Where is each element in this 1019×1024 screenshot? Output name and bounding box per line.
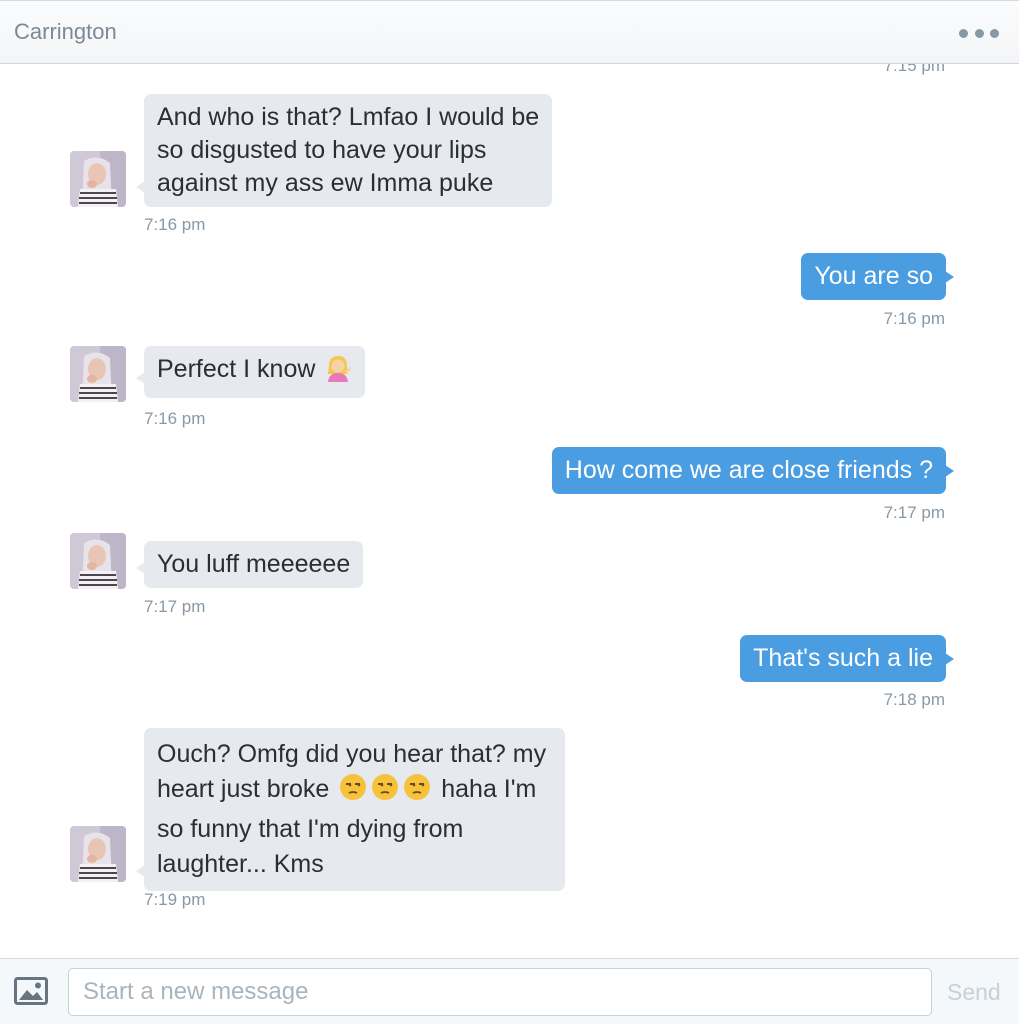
message-text: against my ass ew Imma puke	[157, 169, 494, 197]
message-text: haha I'm	[441, 775, 537, 803]
avatar[interactable]	[70, 826, 126, 882]
message-timestamp: 7:17 pm	[144, 597, 206, 616]
conversation-header: Carrington	[0, 0, 1019, 64]
message-text: And who is that? Lmfao I would be	[157, 103, 540, 131]
conversation-title: Carrington	[14, 19, 117, 44]
message-timestamp: 7:16 pm	[883, 309, 945, 328]
message-thread[interactable]: 7:15 pm And who is that? Lmfao I would b…	[0, 64, 1019, 958]
message-timestamp: 7:16 pm	[144, 409, 206, 428]
outgoing-message-bubble[interactable]: That's such a lie	[740, 635, 954, 682]
message-text: heart just broke	[157, 775, 330, 803]
message-timestamp: 7:16 pm	[144, 215, 206, 234]
avatar[interactable]	[70, 533, 126, 589]
message-composer: Send	[0, 958, 1019, 1024]
outgoing-message-bubble[interactable]: You are so	[801, 253, 954, 300]
incoming-message-bubble[interactable]: Perfect I know	[135, 346, 366, 398]
message-text: so funny that I'm dying from	[157, 815, 464, 843]
message-text: You are so	[814, 262, 933, 290]
woman-tipping-hand-emoji	[324, 354, 352, 391]
message-text: Ouch? Omfg did you hear that? my	[157, 740, 547, 768]
message-text: laughter... Kms	[157, 850, 324, 878]
more-dots-icon[interactable]	[959, 25, 999, 41]
send-button[interactable]: Send	[947, 979, 1001, 1006]
message-text: You luff meeeeee	[157, 550, 351, 578]
image-icon[interactable]	[14, 977, 50, 1009]
message-text: so disgusted to have your lips	[157, 136, 487, 164]
message-timestamp: 7:17 pm	[883, 503, 945, 522]
message-timestamp: 7:15 pm	[883, 64, 945, 75]
incoming-message-bubble[interactable]: Ouch? Omfg did you hear that? my heart j…	[135, 728, 566, 891]
message-text: How come we are close friends ?	[564, 456, 933, 484]
message-text: That's such a lie	[753, 644, 933, 672]
unamused-face-emoji	[338, 772, 434, 812]
avatar[interactable]	[70, 151, 126, 207]
message-timestamp: 7:19 pm	[144, 890, 206, 909]
outgoing-message-bubble[interactable]: How come we are close friends ?	[551, 447, 955, 494]
message-timestamp: 7:18 pm	[883, 690, 945, 709]
message-text: Perfect I know	[157, 355, 316, 383]
avatar[interactable]	[70, 346, 126, 402]
incoming-message-bubble[interactable]: You luff meeeeee	[135, 541, 364, 588]
incoming-message-bubble[interactable]: And who is that? Lmfao I would be so dis…	[135, 94, 553, 207]
new-message-input[interactable]	[68, 968, 932, 1016]
